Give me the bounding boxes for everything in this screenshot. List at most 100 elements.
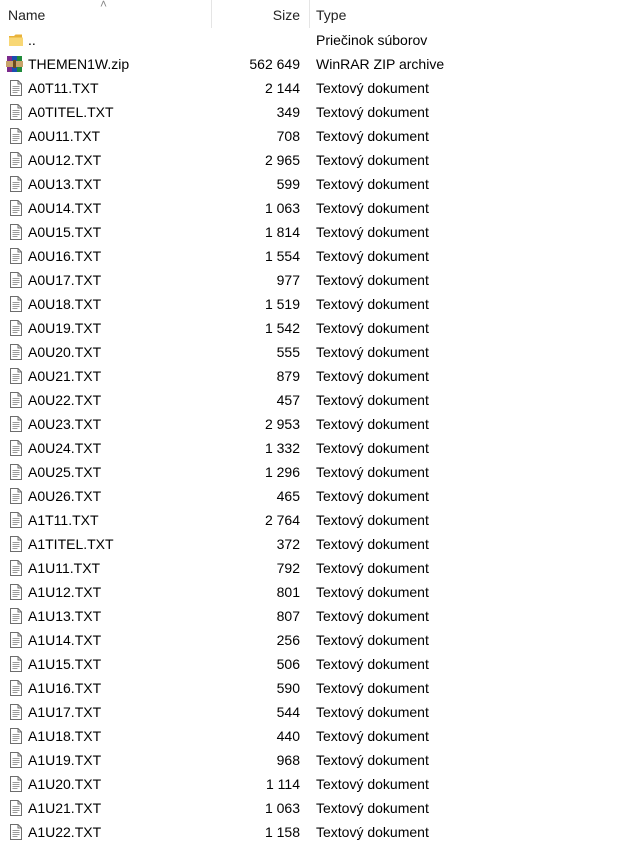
file-row[interactable]: A0T11.TXT 2 144 Textový dokument bbox=[0, 76, 622, 100]
file-type: Textový dokument bbox=[316, 128, 429, 144]
column-header-bar: Name ˄ Size Type bbox=[0, 0, 622, 28]
file-size: 349 bbox=[276, 104, 300, 120]
file-name: A0U22.TXT bbox=[28, 392, 102, 408]
text-file-icon bbox=[8, 440, 24, 456]
file-size: 1 063 bbox=[264, 800, 300, 816]
text-file-icon bbox=[8, 344, 24, 360]
file-name: A1U13.TXT bbox=[28, 608, 102, 624]
file-row[interactable]: A1U14.TXT 256 Textový dokument bbox=[0, 628, 622, 652]
file-row[interactable]: A0TITEL.TXT 349 Textový dokument bbox=[0, 100, 622, 124]
file-list: .. Priečinok súborov THEMEN1W.zip 562 649 W… bbox=[0, 28, 622, 844]
file-name: A0U13.TXT bbox=[28, 176, 102, 192]
file-row[interactable]: A1U20.TXT 1 114 Textový dokument bbox=[0, 772, 622, 796]
file-size: 2 144 bbox=[264, 80, 300, 96]
file-size: 1 114 bbox=[266, 776, 300, 792]
file-size: 1 158 bbox=[264, 824, 300, 840]
file-name: A1U20.TXT bbox=[28, 776, 102, 792]
text-file-icon bbox=[8, 824, 24, 840]
file-name: A0U21.TXT bbox=[28, 368, 102, 384]
text-file-icon bbox=[8, 464, 24, 480]
file-row[interactable]: A1T11.TXT 2 764 Textový dokument bbox=[0, 508, 622, 532]
file-name: A1U11.TXT bbox=[28, 560, 101, 576]
file-type: Textový dokument bbox=[316, 704, 429, 720]
text-file-icon bbox=[8, 104, 24, 120]
file-type: Textový dokument bbox=[316, 536, 429, 552]
file-type: Textový dokument bbox=[316, 656, 429, 672]
file-row[interactable]: A0U18.TXT 1 519 Textový dokument bbox=[0, 292, 622, 316]
file-row[interactable]: A0U14.TXT 1 063 Textový dokument bbox=[0, 196, 622, 220]
file-type: Textový dokument bbox=[316, 512, 429, 528]
file-row[interactable]: A0U24.TXT 1 332 Textový dokument bbox=[0, 436, 622, 460]
file-size: 555 bbox=[276, 344, 300, 360]
file-row[interactable]: A0U26.TXT 465 Textový dokument bbox=[0, 484, 622, 508]
file-row[interactable]: A0U20.TXT 555 Textový dokument bbox=[0, 340, 622, 364]
file-row[interactable]: A1U21.TXT 1 063 Textový dokument bbox=[0, 796, 622, 820]
file-size: 457 bbox=[276, 392, 300, 408]
file-row[interactable]: A1U12.TXT 801 Textový dokument bbox=[0, 580, 622, 604]
file-type: Textový dokument bbox=[316, 752, 429, 768]
file-name: A0U12.TXT bbox=[28, 152, 102, 168]
file-name: A1U12.TXT bbox=[28, 584, 102, 600]
file-size: 1 814 bbox=[264, 224, 300, 240]
text-file-icon bbox=[8, 776, 24, 792]
file-row[interactable]: A0U22.TXT 457 Textový dokument bbox=[0, 388, 622, 412]
file-name: A0U11.TXT bbox=[28, 128, 101, 144]
file-name: A0U18.TXT bbox=[28, 296, 102, 312]
text-file-icon bbox=[8, 560, 24, 576]
file-row[interactable]: A0U13.TXT 599 Textový dokument bbox=[0, 172, 622, 196]
file-name: A1T11.TXT bbox=[28, 512, 99, 528]
file-row[interactable]: A0U12.TXT 2 965 Textový dokument bbox=[0, 148, 622, 172]
text-file-icon bbox=[8, 128, 24, 144]
file-row[interactable]: .. Priečinok súborov bbox=[0, 28, 622, 52]
file-size: 2 965 bbox=[264, 152, 300, 168]
file-name: A1U17.TXT bbox=[28, 704, 102, 720]
file-type: Textový dokument bbox=[316, 824, 429, 840]
file-type: Textový dokument bbox=[316, 800, 429, 816]
file-type: Textový dokument bbox=[316, 272, 429, 288]
file-row[interactable]: THEMEN1W.zip 562 649 WinRAR ZIP archive bbox=[0, 52, 622, 76]
file-row[interactable]: A1U16.TXT 590 Textový dokument bbox=[0, 676, 622, 700]
file-row[interactable]: A0U17.TXT 977 Textový dokument bbox=[0, 268, 622, 292]
file-row[interactable]: A1U15.TXT 506 Textový dokument bbox=[0, 652, 622, 676]
column-header-size[interactable]: Size bbox=[212, 0, 309, 28]
file-type: Textový dokument bbox=[316, 80, 429, 96]
column-header-type[interactable]: Type bbox=[310, 0, 622, 28]
file-row[interactable]: A0U23.TXT 2 953 Textový dokument bbox=[0, 412, 622, 436]
file-row[interactable]: A1U18.TXT 440 Textový dokument bbox=[0, 724, 622, 748]
file-row[interactable]: A1U22.TXT 1 158 Textový dokument bbox=[0, 820, 622, 844]
file-row[interactable]: A1U11.TXT 792 Textový dokument bbox=[0, 556, 622, 580]
file-type: WinRAR ZIP archive bbox=[316, 56, 445, 72]
text-file-icon bbox=[8, 272, 24, 288]
text-file-icon bbox=[8, 296, 24, 312]
file-type: Textový dokument bbox=[316, 392, 429, 408]
text-file-icon bbox=[8, 656, 24, 672]
file-row[interactable]: A0U25.TXT 1 296 Textový dokument bbox=[0, 460, 622, 484]
file-size: 792 bbox=[276, 560, 300, 576]
file-name: A1U18.TXT bbox=[28, 728, 102, 744]
text-file-icon bbox=[8, 632, 24, 648]
text-file-icon bbox=[8, 80, 24, 96]
file-row[interactable]: A0U11.TXT 708 Textový dokument bbox=[0, 124, 622, 148]
file-type: Textový dokument bbox=[316, 440, 429, 456]
file-row[interactable]: A1U17.TXT 544 Textový dokument bbox=[0, 700, 622, 724]
file-row[interactable]: A1U13.TXT 807 Textový dokument bbox=[0, 604, 622, 628]
file-row[interactable]: A0U15.TXT 1 814 Textový dokument bbox=[0, 220, 622, 244]
file-size: 2 953 bbox=[264, 416, 300, 432]
file-size: 1 554 bbox=[264, 248, 300, 264]
text-file-icon bbox=[8, 200, 24, 216]
winrar-archive-icon bbox=[6, 55, 23, 72]
file-row[interactable]: A1TITEL.TXT 372 Textový dokument bbox=[0, 532, 622, 556]
file-size: 977 bbox=[276, 272, 300, 288]
file-row[interactable]: A1U19.TXT 968 Textový dokument bbox=[0, 748, 622, 772]
text-file-icon bbox=[8, 224, 24, 240]
file-type: Textový dokument bbox=[316, 320, 429, 336]
file-size: 1 296 bbox=[264, 464, 300, 480]
text-file-icon bbox=[8, 152, 24, 168]
file-name: A0T11.TXT bbox=[28, 80, 99, 96]
file-type: Textový dokument bbox=[316, 248, 429, 264]
file-row[interactable]: A0U16.TXT 1 554 Textový dokument bbox=[0, 244, 622, 268]
file-row[interactable]: A0U21.TXT 879 Textový dokument bbox=[0, 364, 622, 388]
file-size: 1 332 bbox=[264, 440, 300, 456]
file-row[interactable]: A0U19.TXT 1 542 Textový dokument bbox=[0, 316, 622, 340]
text-file-icon bbox=[8, 392, 24, 408]
